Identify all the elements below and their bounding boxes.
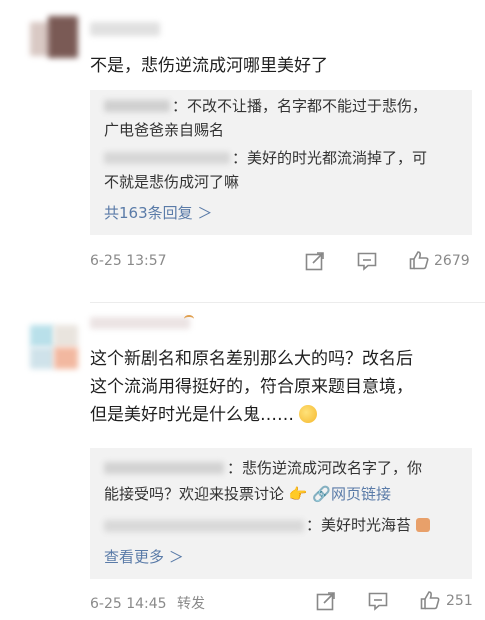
comment-1: 不是，悲伤逆流成河哪里美好了 ：不改不让播，名字都不能过于悲伤， 广电爸爸亲自赐… (0, 0, 485, 295)
comment-text: 这个新剧名和原名差别那么大的吗？改名后 (90, 349, 413, 369)
view-replies-link[interactable]: 共163条回复 ＞ (104, 202, 212, 223)
timestamp: 6-25 14:45 转发 (90, 593, 205, 613)
avatar[interactable] (30, 325, 80, 371)
reply-text-line: 能接受吗？欢迎来投票讨论 (104, 485, 285, 503)
view-more-link[interactable]: 查看更多 ＞ (104, 546, 184, 567)
reply-box: ：悲伤逆流成河改名字了，你 能接受吗？欢迎来投票讨论 👉 🔗网页链接 ：美好时光… (90, 448, 472, 579)
reply-text-line: ：美好时光海苔 (306, 516, 412, 534)
reply-username[interactable] (104, 462, 224, 474)
like-icon[interactable] (408, 249, 430, 271)
username[interactable] (90, 317, 190, 329)
comment-text-line: 但是美好时光是什么鬼…… (90, 405, 294, 425)
link-icon: 🔗 (312, 485, 331, 503)
pointing-hand-icon: 👉 (288, 485, 308, 503)
forward-button[interactable]: 转发 (177, 596, 205, 612)
laughing-emoji-icon (299, 405, 318, 423)
like-count: 251 (446, 593, 473, 609)
comment-2: 这个新剧名和原名差别那么大的吗？改名后 这个流淌用得挺好的，符合原来题目意境， … (0, 305, 485, 620)
comment-icon[interactable] (367, 590, 389, 612)
cat-emoji-icon (415, 518, 430, 532)
avatar[interactable] (30, 16, 80, 60)
reply-text-cont: 能接受吗？欢迎来投票讨论 👉 🔗网页链接 (104, 483, 391, 505)
divider (90, 302, 485, 303)
reply-text-cont: 广电爸爸亲自赐名 (104, 121, 225, 139)
reply-text: ：悲伤逆流成河改名字了，你 (227, 459, 423, 477)
web-link[interactable]: 🔗网页链接 (312, 485, 391, 503)
username[interactable] (90, 22, 160, 36)
timestamp-value: 6-25 14:45 (90, 596, 167, 612)
comment-icon[interactable] (356, 250, 378, 272)
reply-username[interactable] (104, 152, 230, 164)
reply-text: ：美好的时光都流淌掉了，可 (232, 149, 428, 167)
like-count: 2679 (434, 253, 470, 269)
reply-text: ：不改不让播，名字都不能过于悲伤， (172, 97, 428, 115)
reply-username[interactable] (104, 100, 170, 112)
badge-icon (184, 315, 194, 323)
share-icon[interactable] (304, 250, 326, 272)
reply-box: ：不改不让播，名字都不能过于悲伤， 广电爸爸亲自赐名 ：美好的时光都流淌掉了，可… (90, 90, 472, 235)
web-link-label: 网页链接 (330, 485, 391, 503)
reply-text: ：美好时光海苔 (306, 514, 430, 536)
comment-text-cont: 但是美好时光是什么鬼…… (90, 401, 318, 429)
timestamp: 6-25 13:57 (90, 253, 167, 269)
share-icon[interactable] (315, 590, 337, 612)
reply-username[interactable] (104, 520, 304, 532)
like-icon[interactable] (419, 589, 441, 611)
comment-text: 不是，悲伤逆流成河哪里美好了 (90, 56, 328, 76)
reply-text-cont: 不就是悲伤成河了嘛 (104, 173, 240, 191)
comment-text-cont: 这个流淌用得挺好的，符合原来题目意境， (90, 377, 413, 397)
